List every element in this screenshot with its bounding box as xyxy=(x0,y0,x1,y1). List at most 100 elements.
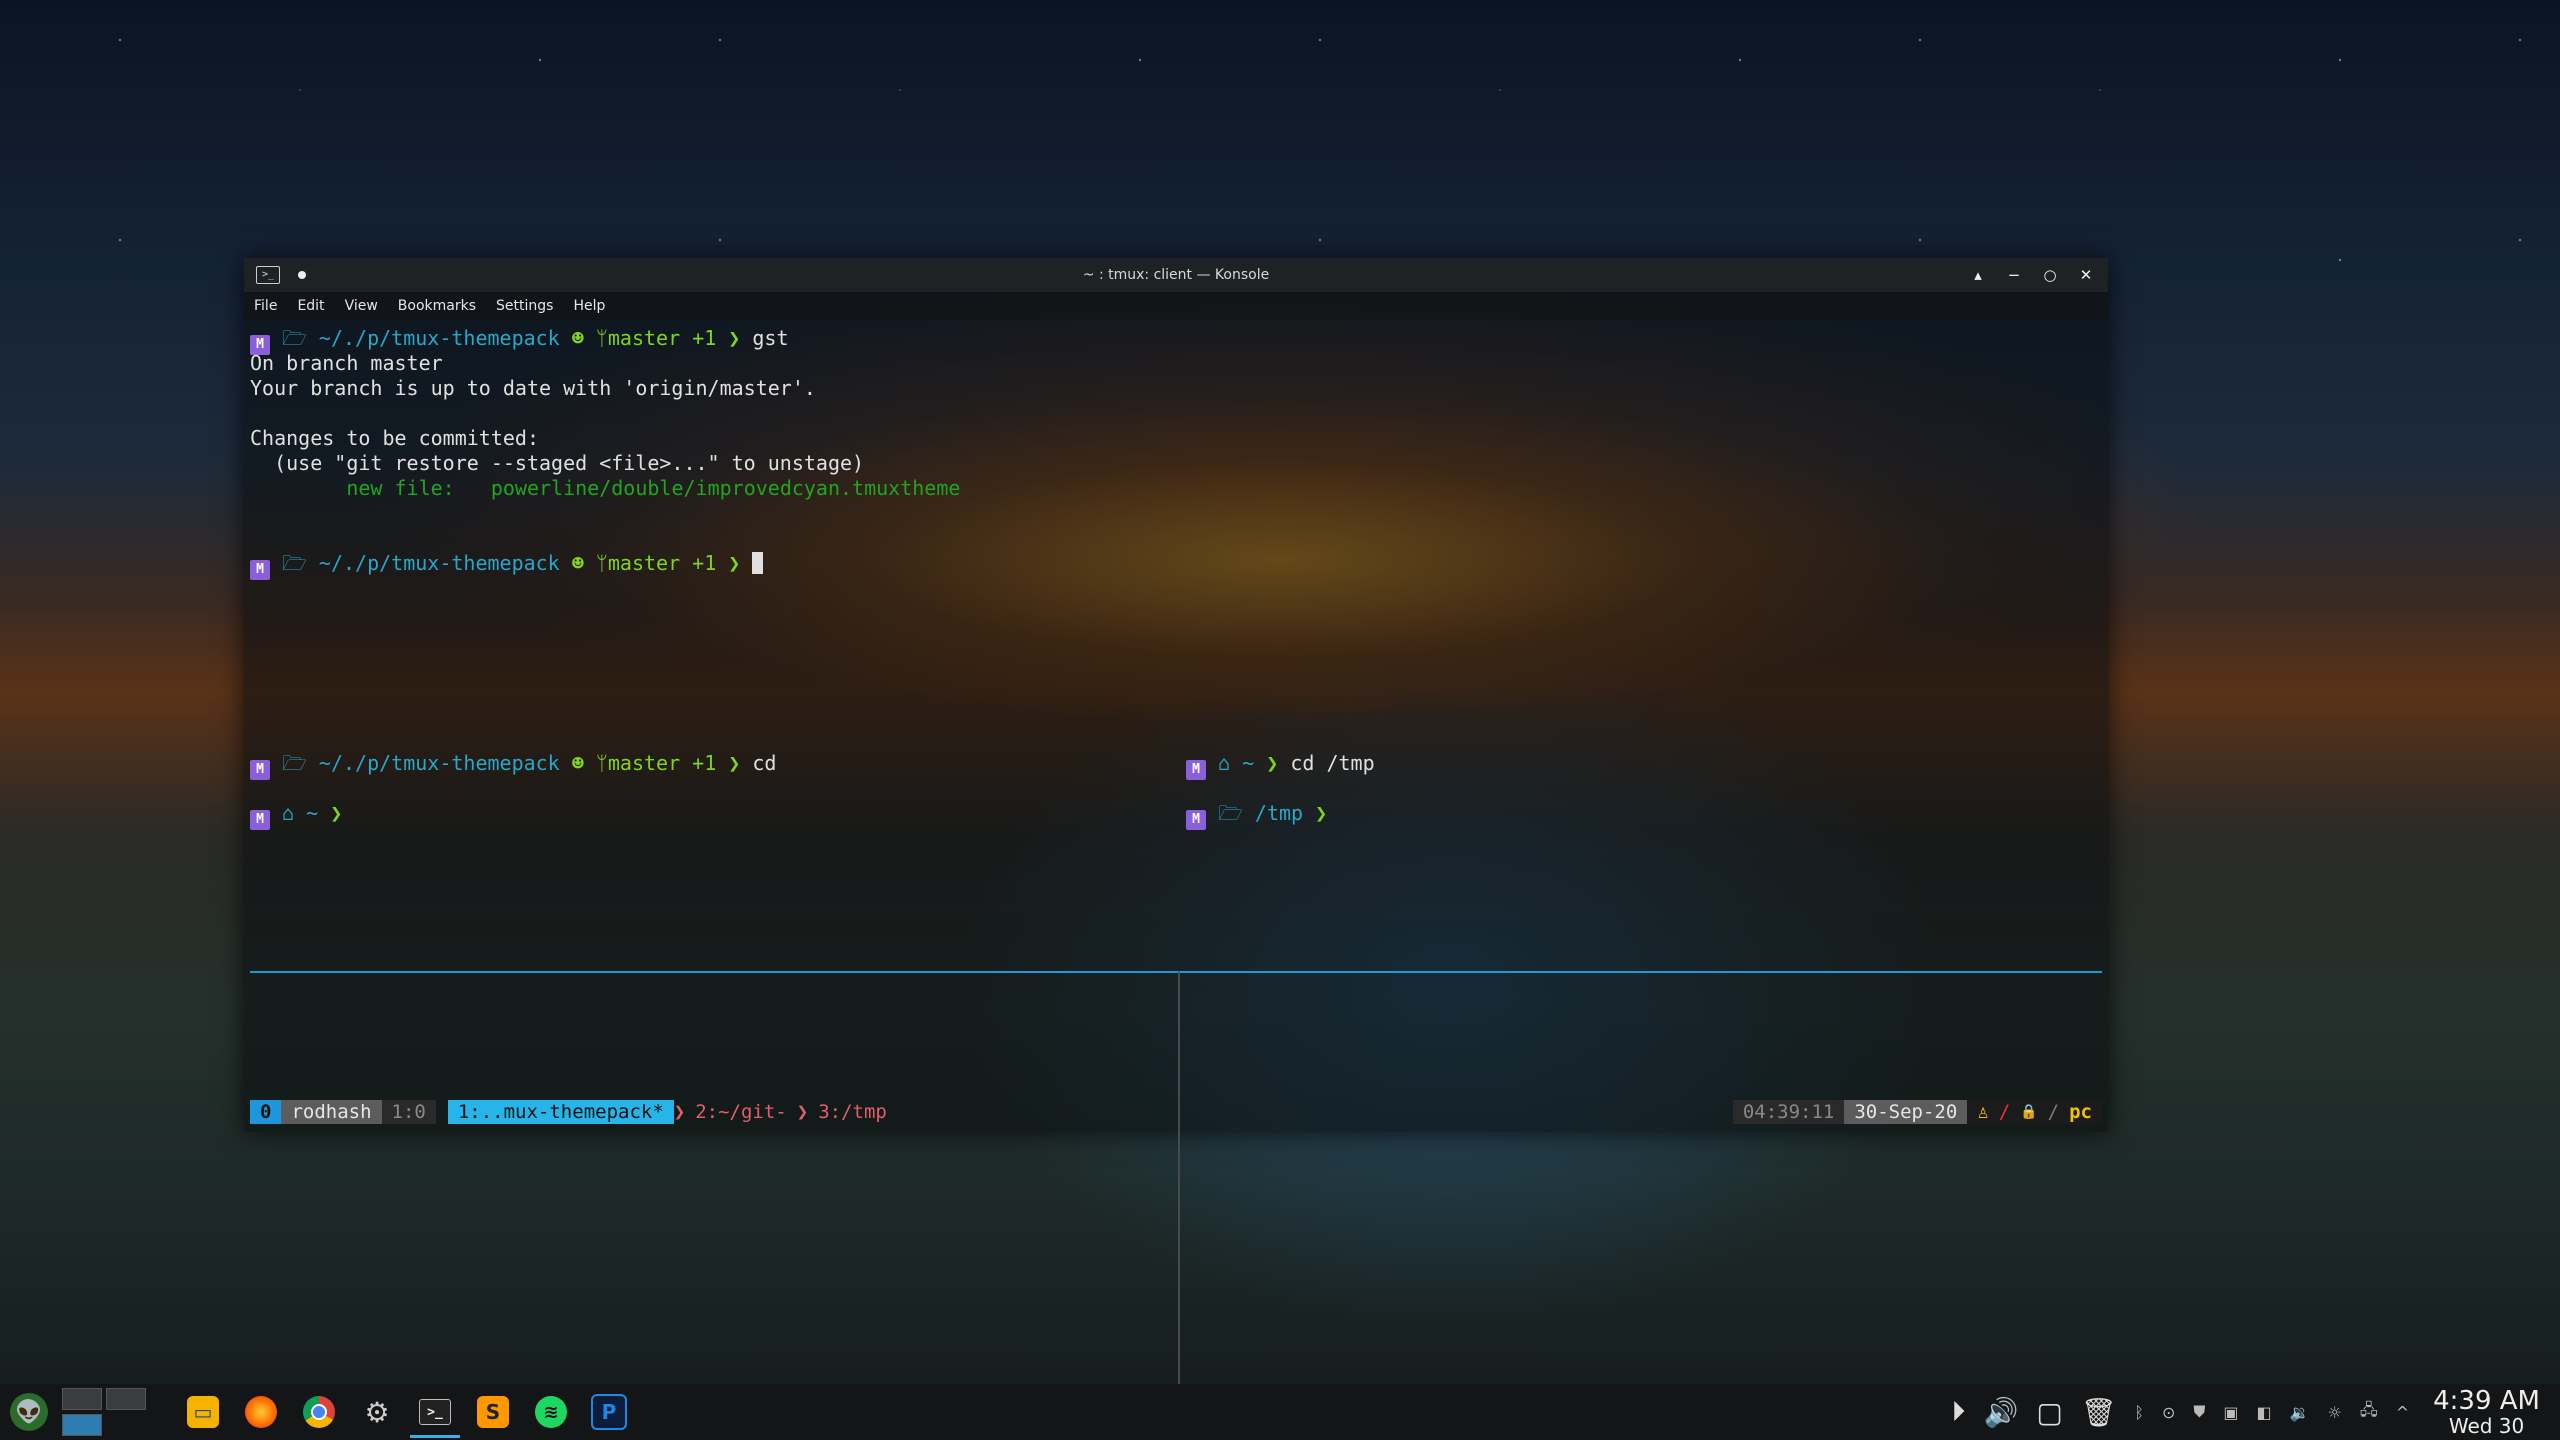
audio-icon[interactable]: 🔉 xyxy=(2290,1403,2310,1422)
output-line: (use "git restore --staged <file>..." to… xyxy=(250,451,865,475)
branch-icon: ᛘ xyxy=(595,326,608,350)
folder-icon: 🗁 xyxy=(282,551,307,575)
prompt-arrow: ❯ xyxy=(330,801,343,825)
taskbar: 👽 ▭ ⚙ >_ S ≋ P ⏵ 🔊 ▢ 🗑 ᛒ ⊙ ⛊ ▣ ◧ 🔉 ☼ 🖧 ^… xyxy=(0,1384,2560,1440)
status-date: 30-Sep-20 xyxy=(1844,1100,1968,1124)
task-files[interactable]: ▭ xyxy=(174,1384,232,1440)
media-icon[interactable]: ⊙ xyxy=(2162,1403,2175,1422)
trash-icon[interactable]: 🗑 xyxy=(2081,1396,2117,1429)
prompt-path: ~/./p/tmux-themepack xyxy=(318,326,560,350)
bluetooth-icon[interactable]: ᛒ xyxy=(2134,1403,2144,1422)
terminal-tray-icon[interactable]: ▣ xyxy=(2223,1403,2238,1422)
virtual-desktop-pager[interactable] xyxy=(62,1388,146,1436)
menu-settings[interactable]: Settings xyxy=(496,298,553,314)
terminal-area[interactable]: M 🗁 ~/./p/tmux-themepack ☻ ᛘmaster +1 ❯ … xyxy=(244,320,2108,1414)
maximize-button[interactable]: ○ xyxy=(2042,266,2058,284)
task-konsole[interactable]: >_ xyxy=(406,1384,464,1440)
new-file-path: powerline/double/improvedcyan.tmuxtheme xyxy=(490,476,961,500)
konsole-window: >_ ~ : tmux: client — Konsole ▴ − ○ ✕ Fi… xyxy=(244,258,2108,1414)
window-tab-2[interactable]: 2:~/git- xyxy=(685,1100,797,1124)
close-button[interactable]: ✕ xyxy=(2078,266,2094,284)
task-chrome[interactable] xyxy=(290,1384,348,1440)
prompt-arrow: ❯ xyxy=(1315,801,1328,825)
task-spotify[interactable]: ≋ xyxy=(522,1384,580,1440)
distro-icon: M xyxy=(250,560,270,580)
distro-icon: M xyxy=(1186,810,1206,830)
output-line: new file: powerline/double/improvedcyan.… xyxy=(250,476,960,501)
menu-help[interactable]: Help xyxy=(573,298,605,314)
menu-edit[interactable]: Edit xyxy=(297,298,324,314)
prompt-path: ~ xyxy=(306,801,319,825)
network-icon[interactable]: 🖧 xyxy=(2360,1399,2378,1426)
status-user: rodhash xyxy=(281,1100,382,1124)
menu-view[interactable]: View xyxy=(345,298,378,314)
task-sublime[interactable]: S xyxy=(464,1384,522,1440)
chrome-icon xyxy=(303,1396,335,1428)
task-p-app[interactable]: P xyxy=(580,1384,638,1440)
prompt-line: M 🗁 /tmp ❯ xyxy=(1186,801,1328,830)
spotify-icon: ≋ xyxy=(535,1396,567,1428)
application-launcher[interactable]: 👽 xyxy=(0,1384,58,1440)
sublime-icon: S xyxy=(477,1396,509,1428)
branch-icon: ᛘ xyxy=(595,551,608,575)
distro-icon: M xyxy=(250,810,270,830)
status-host: pc xyxy=(2069,1101,2092,1123)
desktop-3[interactable] xyxy=(62,1414,102,1436)
media-play-icon[interactable]: ⏵ xyxy=(1951,1395,1965,1429)
menubar: File Edit View Bookmarks Settings Help xyxy=(244,292,2108,320)
desktop-1[interactable] xyxy=(62,1388,102,1410)
lock-icon: 🔒 xyxy=(2020,1104,2038,1120)
folder-icon: 🗁 xyxy=(282,751,307,775)
prompt-arrow: ❯ xyxy=(1266,751,1279,775)
digital-clock[interactable]: 4:39 AM Wed 30 xyxy=(2433,1387,2540,1437)
titlebar[interactable]: >_ ~ : tmux: client — Konsole ▴ − ○ ✕ xyxy=(244,258,2108,292)
tmux-status-bar: 0 rodhash 1:0 1:..mux-themepack* ❯ 2:~/g… xyxy=(250,1100,2102,1124)
desktop-2[interactable] xyxy=(106,1388,146,1410)
clock-date: Wed 30 xyxy=(2448,1414,2525,1438)
pane-divider-vertical[interactable] xyxy=(1178,972,1180,1414)
menu-file[interactable]: File xyxy=(254,298,277,314)
window-tab-3[interactable]: 3:/tmp xyxy=(808,1100,897,1124)
status-time: 04:39:11 xyxy=(1732,1100,1845,1124)
folder-icon: 🗁 xyxy=(282,326,307,350)
prompt-path: /tmp xyxy=(1254,801,1304,825)
output-line: Changes to be committed: xyxy=(250,426,539,450)
task-settings[interactable]: ⚙ xyxy=(348,1384,406,1440)
home-icon: ⌂ xyxy=(282,801,295,825)
shield-icon[interactable]: ⛊ xyxy=(2193,1402,2205,1422)
prompt-line: M ⌂ ~ ❯ xyxy=(250,801,343,830)
git-icon: ☻ xyxy=(571,326,584,350)
prompt-line: M ⌂ ~ ❯ cd /tmp xyxy=(1186,751,1375,780)
minimize-button[interactable]: − xyxy=(2006,266,2022,284)
window-tab-active[interactable]: 1:..mux-themepack* xyxy=(447,1100,674,1124)
firefox-icon xyxy=(245,1396,277,1428)
task-firefox[interactable] xyxy=(232,1384,290,1440)
session-number: 0 xyxy=(250,1100,282,1124)
volume-icon[interactable]: 🔊 xyxy=(1983,1396,2018,1429)
output-line: Your branch is up to date with 'origin/m… xyxy=(250,376,816,400)
terminal-icon: >_ xyxy=(419,1399,451,1425)
command-text: cd xyxy=(752,751,777,775)
distro-icon: M xyxy=(250,760,270,780)
display-icon[interactable]: ◧ xyxy=(2256,1403,2271,1422)
prompt-line: M 🗁 ~/./p/tmux-themepack ☻ ᛘmaster +1 ❯ … xyxy=(250,326,789,355)
brightness-icon[interactable]: ☼ xyxy=(2328,1403,2342,1422)
chevron-right-icon: ❯ xyxy=(796,1101,809,1123)
command-text: cd /tmp xyxy=(1290,751,1375,775)
terminal-app-icon[interactable]: >_ xyxy=(256,266,280,284)
show-desktop-icon[interactable]: ▢ xyxy=(2036,1396,2062,1429)
folder-icon: ▭ xyxy=(187,1396,219,1428)
pane-divider-horizontal[interactable] xyxy=(250,971,2102,973)
branch-name: master +1 xyxy=(607,751,717,775)
distro-icon: M xyxy=(1186,760,1206,780)
status-indicators: ♙ / 🔒 / pc xyxy=(1967,1100,2102,1124)
keep-above-dot-icon[interactable] xyxy=(298,271,306,279)
menu-bookmarks[interactable]: Bookmarks xyxy=(398,298,476,314)
tray-expand-icon[interactable]: ^ xyxy=(2396,1403,2409,1422)
home-icon: ⌂ xyxy=(1218,751,1231,775)
prompt-path: ~/./p/tmux-themepack xyxy=(318,551,560,575)
git-icon: ☻ xyxy=(571,751,584,775)
keep-above-button[interactable]: ▴ xyxy=(1970,266,1986,284)
prompt-arrow: ❯ xyxy=(728,551,741,575)
branch-icon: ᛘ xyxy=(595,751,608,775)
